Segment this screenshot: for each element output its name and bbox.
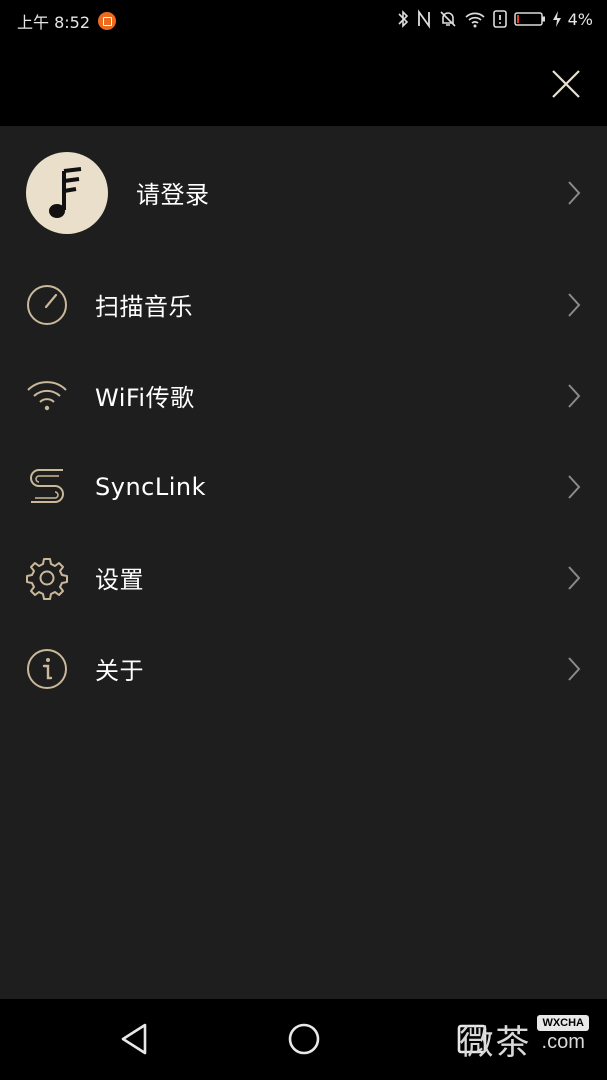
status-bar: 上午 8:52 4% (0, 0, 607, 40)
wifi-icon (25, 374, 69, 418)
notification-app-icon (98, 12, 117, 30)
login-row[interactable]: 请登录 (0, 126, 607, 259)
menu-item-label: 设置 (95, 566, 144, 594)
menu-item-settings[interactable]: 设置 (0, 532, 607, 623)
music-note-icon (49, 166, 82, 218)
sim-alert-icon (492, 10, 507, 28)
scan-gauge-icon (25, 283, 69, 327)
chevron-right-icon (568, 474, 581, 499)
bluetooth-icon (398, 10, 408, 28)
chevron-right-icon (568, 383, 581, 408)
synclink-icon (25, 465, 69, 509)
silent-bell-icon (440, 11, 456, 27)
status-left: 上午 8:52 (17, 9, 117, 33)
menu-item-label: 扫描音乐 (95, 293, 193, 321)
menu-item-label: SyncLink (95, 472, 206, 501)
wifi-status-icon (465, 12, 485, 28)
chevron-right-icon (568, 656, 581, 681)
menu-item-synclink[interactable]: SyncLink (0, 441, 607, 532)
home-icon[interactable] (284, 1019, 324, 1059)
battery-icon (513, 12, 545, 26)
watermark-right: WXCHA .com (537, 1015, 589, 1053)
watermark: 微茶 WXCHA .com (459, 1015, 589, 1064)
gear-icon (25, 556, 69, 600)
chevron-right-icon (568, 180, 581, 205)
login-label: 请登录 (136, 181, 210, 209)
info-icon (25, 647, 69, 691)
battery-percent: 4% (567, 9, 593, 29)
chevron-right-icon (568, 292, 581, 317)
menu-item-wifi-transfer[interactable]: WiFi传歌 (0, 350, 607, 441)
status-right: 4% (396, 9, 593, 29)
watermark-badge: WXCHA (537, 1015, 589, 1031)
drawer-header (0, 40, 607, 126)
chevron-right-icon (568, 565, 581, 590)
status-time: 上午 8:52 (17, 13, 91, 32)
menu-item-scan-music[interactable]: 扫描音乐 (0, 259, 607, 350)
close-icon[interactable] (551, 69, 581, 99)
watermark-domain: .com (541, 1031, 585, 1053)
nfc-icon (417, 9, 430, 29)
back-icon[interactable] (115, 1019, 155, 1059)
menu-item-label: WiFi传歌 (95, 384, 195, 412)
system-nav-bar: 微茶 WXCHA .com (0, 999, 607, 1080)
charging-icon (552, 11, 561, 27)
avatar[interactable] (26, 151, 108, 234)
side-menu: 请登录 扫描音乐 WiFi传歌 SyncLink 设置 关于 (0, 126, 607, 714)
watermark-text: 微茶 (459, 1023, 532, 1063)
menu-item-about[interactable]: 关于 (0, 623, 607, 714)
menu-item-label: 关于 (95, 657, 144, 685)
